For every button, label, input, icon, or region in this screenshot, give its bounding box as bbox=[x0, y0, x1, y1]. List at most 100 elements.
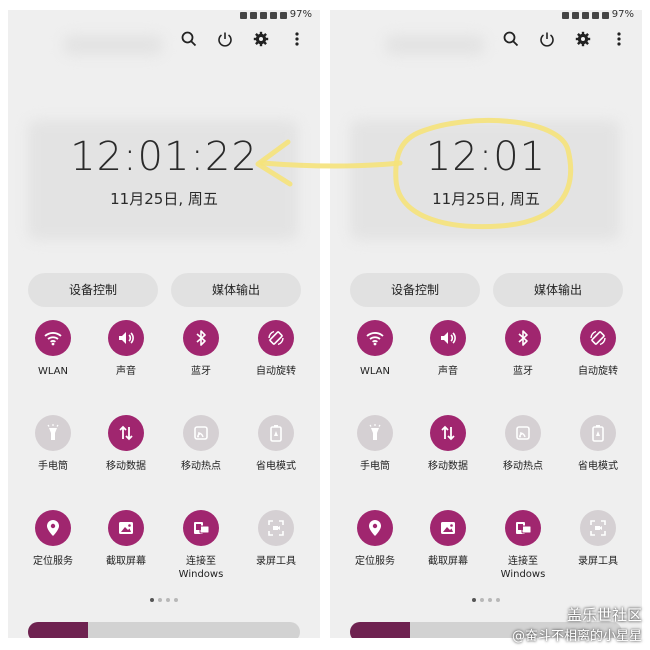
quick-tile-label: 手电筒 bbox=[38, 461, 68, 472]
signal-icon bbox=[601, 11, 609, 19]
quick-tile[interactable]: 移动热点 bbox=[166, 415, 236, 473]
quick-tile-label: 声音 bbox=[116, 366, 136, 377]
quick-tile-label: 移动热点 bbox=[181, 461, 221, 472]
mobile-data-icon[interactable] bbox=[108, 415, 144, 451]
page-indicator bbox=[8, 598, 320, 602]
watermark: 盖乐世社区 @奋斗不相离的小星星 bbox=[512, 604, 642, 644]
quick-tile-label: 蓝牙 bbox=[513, 366, 533, 377]
nfc-icon bbox=[581, 11, 589, 19]
rotate-icon[interactable] bbox=[258, 320, 294, 356]
date: 11月25日, 周五 bbox=[432, 190, 540, 208]
media-output-button[interactable]: 媒体输出 bbox=[493, 273, 623, 307]
wifi-icon[interactable] bbox=[357, 320, 393, 356]
quick-tile-label: 截取屏幕 bbox=[428, 556, 468, 567]
power-icon[interactable] bbox=[216, 30, 234, 48]
quick-tile-label: 录屏工具 bbox=[256, 556, 296, 567]
gear-icon[interactable] bbox=[252, 30, 270, 48]
watermark-author: @奋斗不相离的小星星 bbox=[511, 629, 642, 644]
quick-tile[interactable]: 声音 bbox=[91, 320, 161, 378]
link-windows-icon[interactable] bbox=[183, 510, 219, 546]
signal-icon bbox=[279, 11, 287, 19]
more-options-icon[interactable] bbox=[288, 30, 306, 48]
location-icon[interactable] bbox=[35, 510, 71, 546]
quick-tile-label: 省电模式 bbox=[578, 461, 618, 472]
screenshot-icon[interactable] bbox=[108, 510, 144, 546]
media-output-button[interactable]: 媒体输出 bbox=[171, 273, 301, 307]
quick-tile[interactable]: 省电模式 bbox=[241, 415, 311, 473]
quick-tile-label: 手电筒 bbox=[360, 461, 390, 472]
power-icon[interactable] bbox=[538, 30, 556, 48]
battery-saver-icon[interactable] bbox=[258, 415, 294, 451]
quick-tile[interactable]: 连接至 Windows bbox=[166, 510, 236, 581]
quick-tile[interactable]: 移动热点 bbox=[488, 415, 558, 473]
gear-icon[interactable] bbox=[574, 30, 592, 48]
quick-tile[interactable]: 连接至 Windows bbox=[488, 510, 558, 581]
battery-percent: 97% bbox=[289, 10, 312, 20]
quick-tile-label: 移动数据 bbox=[428, 461, 468, 472]
quick-tile[interactable]: 声音 bbox=[413, 320, 483, 378]
quick-tile[interactable]: 截取屏幕 bbox=[91, 510, 161, 568]
quick-tile[interactable]: 蓝牙 bbox=[166, 320, 236, 378]
search-icon[interactable] bbox=[180, 30, 198, 48]
quick-tile[interactable]: 移动数据 bbox=[91, 415, 161, 473]
volume-icon[interactable] bbox=[430, 320, 466, 356]
watermark-community: 盖乐世社区 bbox=[566, 606, 642, 624]
volume-icon[interactable] bbox=[108, 320, 144, 356]
link-windows-icon[interactable] bbox=[505, 510, 541, 546]
quick-tile[interactable]: 移动数据 bbox=[413, 415, 483, 473]
notification-icon bbox=[239, 11, 247, 19]
bluetooth-icon[interactable] bbox=[183, 320, 219, 356]
mute-icon bbox=[269, 11, 277, 19]
device-control-button[interactable]: 设备控制 bbox=[28, 273, 158, 307]
hotspot-icon[interactable] bbox=[183, 415, 219, 451]
status-bar: 97% bbox=[239, 10, 312, 20]
quick-tile[interactable]: 省电模式 bbox=[563, 415, 633, 473]
search-icon[interactable] bbox=[502, 30, 520, 48]
quick-tile-label: 截取屏幕 bbox=[106, 556, 146, 567]
quick-tile[interactable]: 定位服务 bbox=[18, 510, 88, 568]
nfc-icon bbox=[259, 11, 267, 19]
quick-tile[interactable]: 录屏工具 bbox=[241, 510, 311, 568]
quick-tile[interactable]: 定位服务 bbox=[340, 510, 410, 568]
flashlight-icon[interactable] bbox=[35, 415, 71, 451]
quick-tile[interactable]: 截取屏幕 bbox=[413, 510, 483, 568]
screen-record-icon[interactable] bbox=[580, 510, 616, 546]
quick-tile[interactable]: 自动旋转 bbox=[241, 320, 311, 378]
quick-tile-label: 定位服务 bbox=[355, 556, 395, 567]
quick-tile-label: 移动热点 bbox=[503, 461, 543, 472]
quick-tile-label: 自动旋转 bbox=[256, 366, 296, 377]
brightness-fill bbox=[350, 622, 410, 638]
quick-tile[interactable]: 手电筒 bbox=[340, 415, 410, 473]
hotspot-icon[interactable] bbox=[505, 415, 541, 451]
quick-tile[interactable]: WLAN bbox=[18, 320, 88, 378]
screen-record-icon[interactable] bbox=[258, 510, 294, 546]
rotate-icon[interactable] bbox=[580, 320, 616, 356]
location-icon[interactable] bbox=[357, 510, 393, 546]
bluetooth-status-icon bbox=[571, 11, 579, 19]
quick-tile[interactable]: 自动旋转 bbox=[563, 320, 633, 378]
blurred-header bbox=[385, 35, 485, 55]
more-options-icon[interactable] bbox=[610, 30, 628, 48]
top-toolbar bbox=[502, 30, 628, 48]
quick-tile-label: 定位服务 bbox=[33, 556, 73, 567]
device-control-button[interactable]: 设备控制 bbox=[350, 273, 480, 307]
mobile-data-icon[interactable] bbox=[430, 415, 466, 451]
battery-saver-icon[interactable] bbox=[580, 415, 616, 451]
brightness-fill bbox=[28, 622, 88, 638]
quick-tile[interactable]: 蓝牙 bbox=[488, 320, 558, 378]
screenshot-icon[interactable] bbox=[430, 510, 466, 546]
wifi-icon[interactable] bbox=[35, 320, 71, 356]
quick-panel-left: 97% 12:01:22 11月25日, 周五 设备控制 媒体输出 WLAN 声音… bbox=[8, 10, 320, 638]
top-toolbar bbox=[180, 30, 306, 48]
quick-tile[interactable]: 手电筒 bbox=[18, 415, 88, 473]
notification-icon bbox=[561, 11, 569, 19]
quick-tile-label: 自动旋转 bbox=[578, 366, 618, 377]
bluetooth-icon[interactable] bbox=[505, 320, 541, 356]
quick-tile[interactable]: WLAN bbox=[340, 320, 410, 378]
clock: 12:01 bbox=[425, 134, 547, 180]
quick-tile-label: WLAN bbox=[359, 366, 390, 377]
quick-tile[interactable]: 录屏工具 bbox=[563, 510, 633, 568]
brightness-slider[interactable] bbox=[28, 622, 300, 638]
quick-tile-label: 声音 bbox=[438, 366, 458, 377]
flashlight-icon[interactable] bbox=[357, 415, 393, 451]
